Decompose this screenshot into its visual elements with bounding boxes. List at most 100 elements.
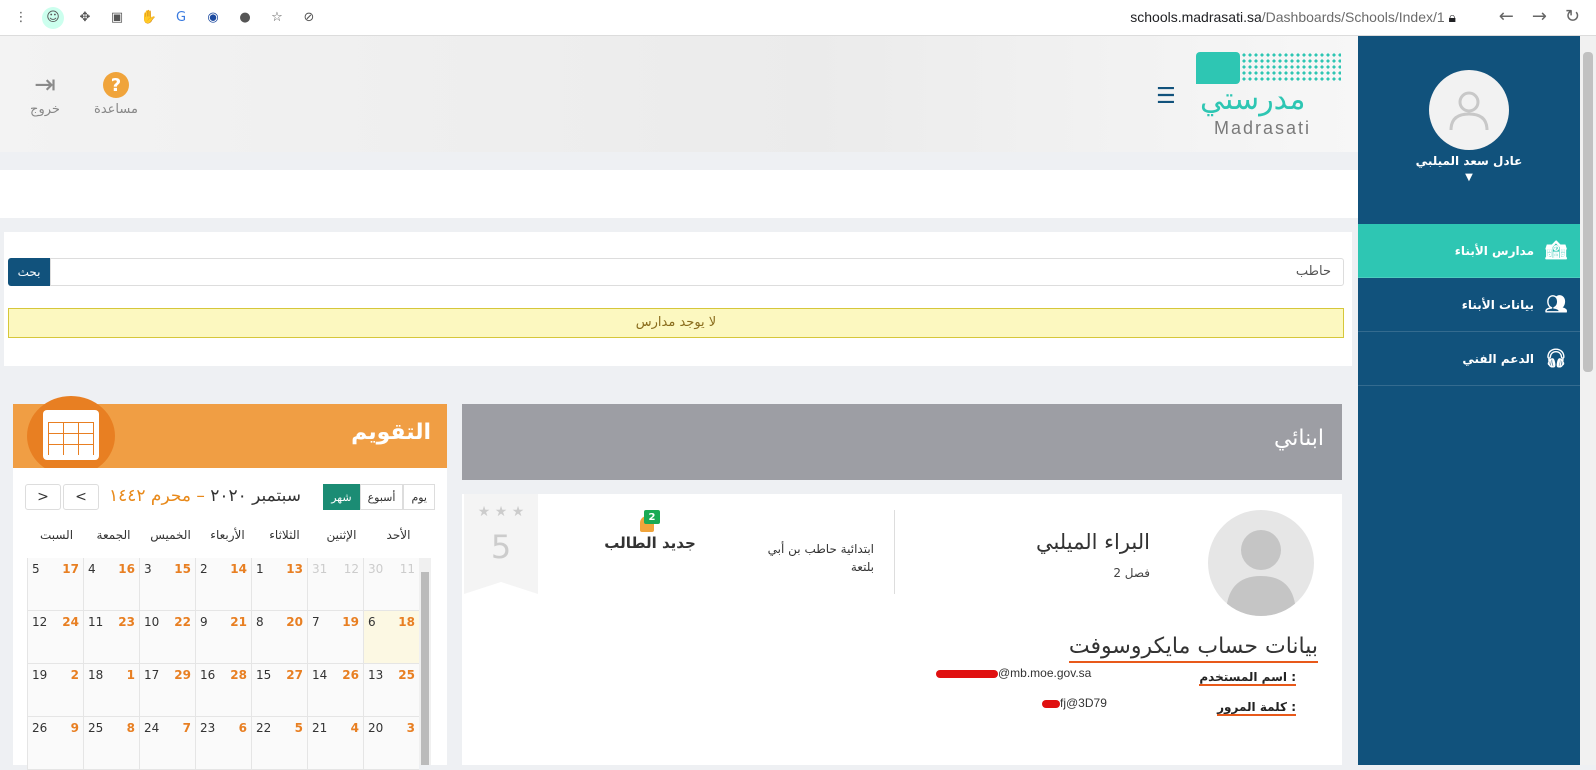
hijri-day: 13 xyxy=(286,562,303,576)
card-divider xyxy=(894,510,895,594)
bookmark-star-icon[interactable]: ☆ xyxy=(266,7,288,29)
page-header: مدرستي Madrasati ☰ ? مساعدة ⇥ خروج xyxy=(0,36,1358,152)
kids-title: ابنائي xyxy=(1273,426,1324,451)
calendar-week-row: 6 18 7 19 8 20 9 21 10 22 11 23 12 24 xyxy=(27,611,419,664)
calendar-day-cell[interactable]: 15 27 xyxy=(251,664,307,716)
calendar-day-cell[interactable]: 23 6 xyxy=(195,717,251,769)
weekday-label: الأربعاء xyxy=(210,528,245,542)
search-button[interactable]: بحث xyxy=(8,258,50,286)
calendar-day-cell[interactable]: 12 24 xyxy=(27,611,83,663)
puzzle-icon[interactable]: ✥ xyxy=(74,7,96,29)
sidebar-item-tech-support[interactable]: الدعم الفني 🎧︎ xyxy=(1358,332,1580,386)
kid-name[interactable]: البراء الميلبي xyxy=(1036,530,1150,554)
browser-toolbar: ⋮ ☺ ✥ ▣ ✋ G ◉ ● ☆ ⊘ schools.madrasati.sa… xyxy=(0,0,1596,36)
help-button[interactable]: ? مساعدة xyxy=(88,68,144,117)
user-avatar[interactable] xyxy=(1429,70,1509,150)
reload-icon[interactable]: ↻ xyxy=(1565,6,1580,27)
exit-button[interactable]: ⇥ خروج xyxy=(22,68,68,117)
extension-icons: ⋮ ☺ ✥ ▣ ✋ G ◉ ● ☆ ⊘ xyxy=(0,6,320,29)
calendar-day-cell[interactable]: 7 19 xyxy=(307,611,363,663)
calendar-day-cell[interactable]: 9 21 xyxy=(195,611,251,663)
hand-stop-icon[interactable]: ✋ xyxy=(138,7,160,29)
microsoft-account-title: بيانات حساب مايكروسوفت xyxy=(1068,634,1318,663)
calendar-day-cell[interactable]: 11 23 xyxy=(83,611,139,663)
calendar-day-cell[interactable]: 1 13 xyxy=(251,558,307,610)
gregorian-day: 1 xyxy=(256,562,264,576)
eye-hidden-icon[interactable]: ⊘ xyxy=(298,7,320,29)
calendar-day-cell[interactable]: 214 xyxy=(307,717,363,769)
calendar-day-cell[interactable]: 18 1 xyxy=(83,664,139,716)
globe-icon[interactable]: ◉ xyxy=(202,7,224,29)
hijri-day: 25 xyxy=(398,668,415,682)
calendar-day-cell[interactable]: 20 3 xyxy=(363,717,419,769)
camera-icon[interactable]: ▣ xyxy=(106,7,128,29)
kid-card: البراء الميلبي فصل 2 ابتدائية حاطب بن أب… xyxy=(462,494,1342,765)
calendar-day-cell[interactable]: 17 29 xyxy=(139,664,195,716)
calendar-day-cell[interactable]: 16 28 xyxy=(195,664,251,716)
weekday-label: الخميس xyxy=(150,528,191,542)
scroll-thumb[interactable] xyxy=(1583,52,1593,372)
calendar-day-cell[interactable]: 19 2 xyxy=(27,664,83,716)
hijri-day: 16 xyxy=(118,562,135,576)
sidebar-item-kids-schools[interactable]: مدارس الأبناء 🏫︎ xyxy=(1358,224,1580,278)
nav-buttons: ← → ↻ xyxy=(1499,6,1580,27)
forward-arrow-icon[interactable]: → xyxy=(1532,6,1547,27)
record-icon[interactable]: ● xyxy=(234,7,256,29)
calendar-next-button[interactable]: > xyxy=(25,484,61,510)
gregorian-day: 26 xyxy=(32,721,48,735)
sidebar-item-kids-data[interactable]: بيانات الأبناء 👥︎ xyxy=(1358,278,1580,332)
sidebar-item-label: الدعم الفني xyxy=(1462,351,1534,366)
weekday-label: الإثنين xyxy=(326,528,357,542)
day-view-button[interactable]: يوم xyxy=(403,484,435,510)
hijri-day: 27 xyxy=(286,668,303,682)
calendar-header: التقويم xyxy=(13,396,447,476)
user-name[interactable]: عادل سعد الميلبي xyxy=(1358,154,1580,168)
hijri-day: 3 xyxy=(406,721,415,735)
gregorian-day: 11 xyxy=(88,615,104,629)
new-student-link[interactable]: جديد الطالب xyxy=(590,534,710,552)
madrasati-logo[interactable]: مدرستي Madrasati xyxy=(1196,52,1346,138)
calendar-week-row: 13 25 14 26 15 27 16 28 17 29 18 1 19 2 xyxy=(27,664,419,717)
translate-icon[interactable]: G xyxy=(170,7,192,29)
gregorian-day: 21 xyxy=(312,721,328,735)
exit-label: خروج xyxy=(30,102,60,117)
calendar-day-cell[interactable]: 4 16 xyxy=(83,558,139,610)
notification-bell-icon[interactable]: 2 xyxy=(630,510,670,536)
calendar-day-cell[interactable]: 26 9 xyxy=(27,717,83,769)
gregorian-day: 5 xyxy=(32,562,40,576)
notification-badge: 2 xyxy=(644,510,660,524)
calendar-day-cell[interactable]: 6 18 xyxy=(363,611,419,663)
extension-avatar-icon[interactable]: ☺ xyxy=(42,6,64,29)
calendar-day-cell[interactable]: 24 7 xyxy=(139,717,195,769)
kid-class: فصل 2 xyxy=(1113,566,1150,580)
calendar-day-cell[interactable]: 214 xyxy=(195,558,251,610)
month-view-button[interactable]: شهر xyxy=(323,484,360,510)
hamburger-menu-icon[interactable]: ☰ xyxy=(1156,84,1176,109)
calendar-day-cell[interactable]: 22 5 xyxy=(251,717,307,769)
calendar-day-cell[interactable]: 8 20 xyxy=(251,611,307,663)
calendar-grid: 30 11 31 12 1 13 2 14 3 15 4 16 5 17 6 18 7 19 8 20 9 21 10 22 1… xyxy=(27,558,419,770)
week-view-button[interactable]: أسبوع xyxy=(359,484,404,510)
calendar-prev-button[interactable]: < xyxy=(63,484,99,510)
page-scrollbar[interactable] xyxy=(1580,36,1596,765)
gregorian-day: 15 xyxy=(256,668,272,682)
calendar-day-cell[interactable]: 25 8 xyxy=(83,717,139,769)
back-arrow-icon[interactable]: ← xyxy=(1499,6,1514,27)
gregorian-day: 13 xyxy=(368,668,384,682)
caret-down-icon[interactable]: ▼ xyxy=(1358,172,1580,183)
calendar-day-cell[interactable]: 3 15 xyxy=(139,558,195,610)
calendar-day-cell[interactable]: 14 26 xyxy=(307,664,363,716)
calendar-scrollbar[interactable] xyxy=(419,558,431,765)
more-menu-icon[interactable]: ⋮ xyxy=(10,7,32,29)
calendar-day-cell[interactable]: 31 12 xyxy=(307,558,363,610)
range-dash: – xyxy=(190,486,211,506)
address-bar[interactable]: schools.madrasati.sa/Dashboards/Schools/… xyxy=(1130,9,1456,26)
calendar-day-cell[interactable]: 10 22 xyxy=(139,611,195,663)
calendar-day-cell[interactable]: 13 25 xyxy=(363,664,419,716)
school-search-input[interactable]: حاطب xyxy=(50,258,1344,286)
calendar-day-cell[interactable]: 5 17 xyxy=(27,558,83,610)
lock-icon: 🔒︎ xyxy=(1448,9,1456,25)
calendar-day-cell[interactable]: 30 11 xyxy=(363,558,419,610)
hijri-day: 11 xyxy=(399,562,415,576)
question-icon: ? xyxy=(103,72,129,98)
